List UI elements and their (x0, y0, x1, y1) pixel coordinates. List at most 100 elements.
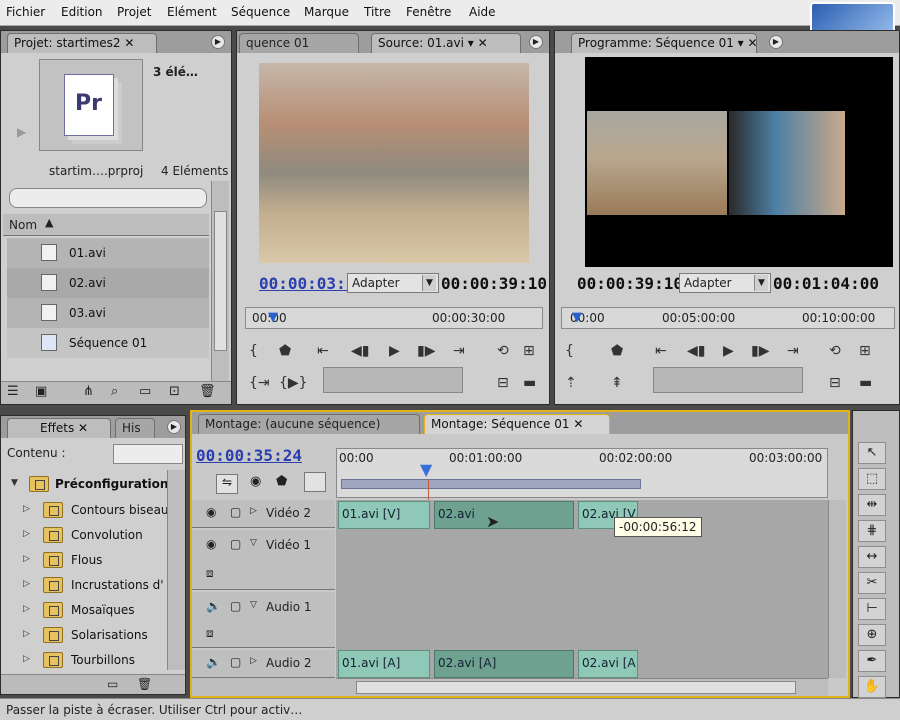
chevron-right-icon[interactable]: ▷ (250, 656, 257, 666)
panel-menu-icon[interactable]: ▶ (167, 420, 181, 434)
lift-icon[interactable]: ⇡ (565, 375, 577, 391)
effects-folder[interactable]: ▷ Flous (7, 548, 167, 573)
effects-folder[interactable]: ▷ Solarisations (7, 623, 167, 648)
marker-icon[interactable]: ⬟ (279, 343, 291, 359)
effects-folder[interactable]: ▷ Mosaïques (7, 598, 167, 623)
list-item[interactable]: 03.avi (7, 298, 209, 328)
play-icon[interactable]: ▶ (389, 343, 400, 359)
marker-icon[interactable]: ⬟ (611, 343, 623, 359)
step-forward-icon[interactable]: ▮▶ (417, 343, 435, 359)
menu-marque[interactable]: Marque (304, 5, 349, 19)
snap-icon[interactable]: ⇋ (216, 474, 238, 494)
jog-shuttle[interactable] (323, 367, 463, 393)
clip-audio2-02[interactable]: 02.avi [A] (434, 650, 574, 678)
menu-titre[interactable]: Titre (364, 5, 391, 19)
close-icon[interactable]: ✕ (78, 421, 88, 435)
tab-history[interactable]: His (115, 418, 155, 438)
search-input[interactable] (9, 188, 207, 208)
step-back-icon[interactable]: ◀▮ (687, 343, 705, 359)
lock-icon[interactable]: ▢ (230, 537, 241, 551)
clip-video2-01[interactable]: 01.avi [V] (338, 501, 430, 529)
chevron-down-icon[interactable]: ▾ (468, 36, 474, 50)
step-back-icon[interactable]: ◀▮ (351, 343, 369, 359)
menu-edition[interactable]: Edition (61, 5, 103, 19)
insert-icon[interactable]: {▶} (279, 375, 308, 391)
chevron-right-icon[interactable]: ▷ (250, 506, 257, 516)
close-icon[interactable]: ✕ (124, 36, 134, 50)
go-to-in-icon[interactable]: ⇤ (317, 343, 329, 359)
tab-timeline-sequence[interactable]: Montage: Séquence 01 ✕ (424, 414, 610, 434)
chevron-down-icon[interactable]: ▾ (738, 36, 744, 50)
razor-tool-icon[interactable]: ✂ (858, 572, 886, 594)
program-timecode[interactable]: 00:00:39:10 (577, 274, 683, 293)
menu-fenetre[interactable]: Fenêtre (406, 5, 451, 19)
add-marker-icon[interactable]: ⬟ (276, 474, 287, 489)
effects-folder[interactable]: ▷ Incrustations d' (7, 573, 167, 598)
slip-tool-icon[interactable]: ⊢ (858, 598, 886, 620)
clip-video2-02[interactable]: 02.avi (434, 501, 574, 529)
speaker-icon[interactable]: 🔈 (206, 599, 221, 613)
track-header-audio1[interactable]: 🔈 ▢ ▽ Audio 1 ⧈ (192, 592, 335, 648)
safe-margins-icon[interactable]: ⊞ (523, 343, 535, 359)
go-to-out-icon[interactable]: ⇥ (787, 343, 799, 359)
marker-icon[interactable]: ◉ (250, 474, 261, 489)
step-forward-icon[interactable]: ▮▶ (751, 343, 769, 359)
program-zoom-select[interactable]: Adapter ▼ (679, 273, 771, 293)
tab-effects[interactable]: Effets ✕ (7, 418, 111, 438)
panel-menu-icon[interactable]: ▶ (211, 35, 225, 49)
menu-sequence[interactable]: Séquence (231, 5, 290, 19)
lock-icon[interactable]: ▢ (230, 599, 241, 613)
keyframe-icon[interactable]: ⧈ (206, 566, 214, 581)
list-item[interactable]: 01.avi (7, 238, 209, 268)
effects-search-input[interactable] (113, 444, 183, 464)
sequence-marker-icon[interactable] (304, 472, 326, 492)
hand-tool-icon[interactable]: ✋ (858, 676, 886, 698)
speaker-icon[interactable]: 🔈 (206, 655, 221, 669)
close-icon[interactable]: ✕ (478, 36, 488, 50)
timeline-vscroll[interactable] (828, 500, 846, 678)
new-bin-icon[interactable]: ▭ (107, 677, 118, 691)
export-frame-icon[interactable]: ⊟ (497, 375, 509, 391)
tab-source[interactable]: Source: 01.avi ▾ ✕ (371, 33, 521, 53)
output-icon[interactable]: ▬ (859, 375, 872, 391)
mark-in-icon[interactable]: { (249, 343, 258, 359)
ripple-edit-tool-icon[interactable]: ⇹ (858, 494, 886, 516)
source-zoom-select[interactable]: Adapter ▼ (347, 273, 439, 293)
mark-out-icon[interactable]: {⇥ (249, 375, 270, 391)
program-time-ruler[interactable]: 00:00 00:05:00:00 00:10:00:00 ▼ (561, 307, 895, 329)
panel-menu-icon[interactable]: ▶ (769, 35, 783, 49)
loop-icon[interactable]: ⟲ (829, 343, 841, 359)
tab-project[interactable]: Projet: startimes2 ✕ (7, 33, 157, 53)
effects-scrollbar[interactable] (167, 470, 185, 670)
lock-icon[interactable]: ▢ (230, 505, 241, 519)
lock-icon[interactable]: ▢ (230, 655, 241, 669)
trash-icon[interactable]: 🗑 (137, 677, 152, 691)
source-timecode[interactable]: 00:00:03:1 (259, 274, 355, 293)
extract-icon[interactable]: ⇞ (611, 375, 623, 391)
output-icon[interactable]: ▬ (523, 375, 536, 391)
new-bin-icon[interactable]: ▭ (139, 384, 151, 399)
trash-icon[interactable]: 🗑 (199, 384, 216, 399)
play-preview-icon[interactable]: ▶ (17, 125, 26, 139)
timeline-hscroll[interactable] (336, 678, 828, 696)
pen-tool-icon[interactable]: ✒ (858, 650, 886, 672)
menu-element[interactable]: Elément (167, 5, 217, 19)
mark-in-icon[interactable]: { (565, 343, 574, 359)
automate-icon[interactable]: ⋔ (83, 384, 94, 399)
effects-folder[interactable]: ▷ Convolution (7, 523, 167, 548)
slide-tool-icon[interactable]: ⊕ (858, 624, 886, 646)
icon-view-icon[interactable]: ▣ (35, 384, 47, 399)
work-area-bar[interactable] (341, 479, 641, 489)
list-item[interactable]: 02.avi (7, 268, 209, 298)
chevron-down-icon[interactable]: ▽ (250, 600, 257, 610)
find-icon[interactable]: ⌕ (111, 384, 118, 399)
go-to-in-icon[interactable]: ⇤ (655, 343, 667, 359)
loop-icon[interactable]: ⟲ (497, 343, 509, 359)
track-header-video2[interactable]: ◉ ▢ ▷ Vidéo 2 (192, 500, 335, 528)
selection-tool-icon[interactable]: ↖ (858, 442, 886, 464)
effects-folder[interactable]: ▷ Contours biseau (7, 498, 169, 523)
timeline-timecode[interactable]: 00:00:35:24 (196, 446, 302, 465)
track-header-audio2[interactable]: 🔈 ▢ ▷ Audio 2 (192, 650, 335, 678)
close-icon[interactable]: ✕ (573, 417, 583, 431)
track-header-video1[interactable]: ◉ ▢ ▽ Vidéo 1 ⧈ (192, 530, 335, 590)
